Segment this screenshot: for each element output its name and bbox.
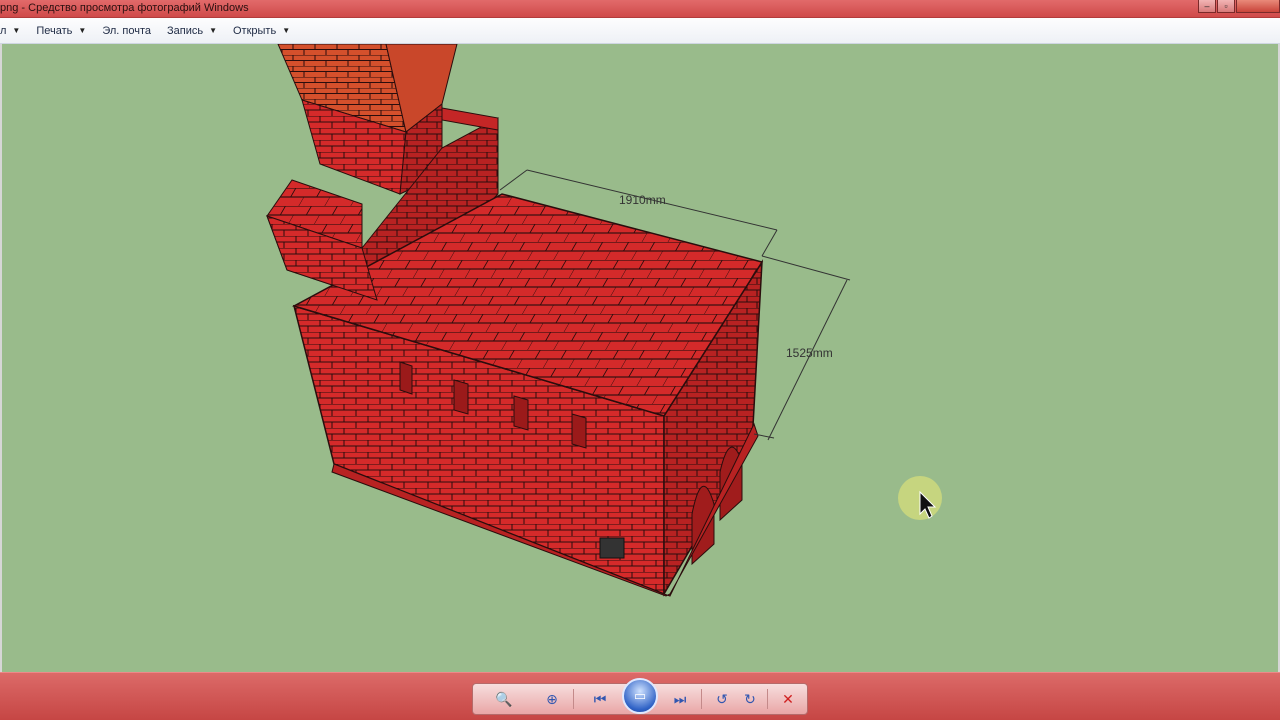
rotate-left-icon[interactable]: ↺ (711, 690, 733, 708)
maximize-button[interactable]: ▫ (1217, 0, 1235, 13)
title-bar: png - Средство просмотра фотографий Wind… (0, 0, 1280, 18)
menu-file[interactable]: л ▼ (0, 20, 28, 42)
menu-email[interactable]: Эл. почта (94, 20, 159, 42)
window-controls: – ▫ (1197, 0, 1280, 14)
image-canvas[interactable]: 1910mm 1525mm (0, 44, 1280, 672)
chevron-down-icon: ▼ (78, 26, 87, 35)
fit-to-window-icon[interactable]: ⊕ (541, 690, 563, 708)
previous-icon[interactable]: ⏮ (589, 690, 611, 708)
separator (767, 689, 768, 709)
oven-illustration: 1910mm 1525mm (266, 44, 942, 597)
dimension-width-label: 1910mm (619, 193, 666, 207)
menu-email-label: Эл. почта (102, 24, 151, 37)
ash-door (599, 537, 625, 559)
chevron-down-icon: ▼ (282, 26, 291, 35)
menu-print-label: Печать (36, 24, 73, 37)
separator (701, 689, 702, 709)
delete-icon[interactable]: ✕ (777, 690, 799, 708)
next-icon[interactable]: ⏭ (669, 690, 691, 708)
menu-file-label: л (0, 24, 7, 37)
menu-burn-label: Запись (166, 24, 204, 37)
slideshow-icon[interactable]: ▭ (622, 678, 658, 714)
menu-open[interactable]: Открыть ▼ (225, 20, 298, 42)
rotate-right-icon[interactable]: ↻ (739, 690, 761, 708)
chevron-down-icon: ▼ (12, 26, 21, 35)
bottom-toolbar: 🔍 ⊕ ⏮ ▭ ⏭ ↺ ↻ ✕ (0, 672, 1280, 720)
minimize-button[interactable]: – (1198, 0, 1216, 13)
window-title: png - Средство просмотра фотографий Wind… (0, 2, 249, 14)
chevron-down-icon: ▼ (209, 26, 217, 35)
close-button[interactable] (1236, 0, 1280, 13)
menu-open-label: Открыть (233, 24, 277, 37)
zoom-icon[interactable]: 🔍 (493, 690, 515, 708)
photo-viewer-window: png - Средство просмотра фотографий Wind… (0, 0, 1280, 720)
mouse-cursor (898, 476, 942, 520)
dimension-depth-label: 1525mm (786, 346, 833, 360)
playback-controls: 🔍 ⊕ ⏮ ▭ ⏭ ↺ ↻ ✕ (472, 678, 808, 715)
menu-bar: л ▼ Печать ▼ Эл. почта Запись ▼ Открыть … (0, 18, 1280, 44)
separator (573, 689, 574, 709)
menu-burn[interactable]: Запись ▼ (159, 20, 225, 42)
menu-print[interactable]: Печать ▼ (28, 20, 94, 42)
